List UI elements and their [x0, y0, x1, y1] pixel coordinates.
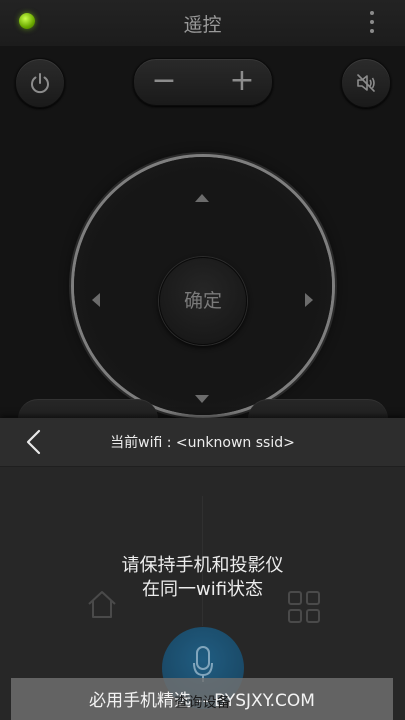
wifi-prompt-sheet: 当前wifi : <unknown ssid> 请保持手机和投影仪 在同一wif…	[0, 418, 405, 720]
query-device-button[interactable]: 查询设备	[0, 692, 405, 712]
volume-down-button[interactable]: −	[144, 65, 184, 99]
current-wifi-label: 当前wifi : <unknown ssid>	[110, 435, 295, 451]
volume-up-button[interactable]: +	[222, 65, 262, 99]
dpad-up-button[interactable]	[195, 194, 209, 202]
dpad-down-button[interactable]	[195, 395, 209, 403]
wifi-instruction-message: 请保持手机和投影仪 在同一wifi状态	[0, 554, 405, 602]
dpad-left-button[interactable]	[92, 293, 100, 307]
message-line-2: 在同一wifi状态	[141, 579, 264, 600]
power-button[interactable]	[15, 58, 65, 108]
top-bar: 遥控	[0, 0, 405, 46]
ok-button[interactable]: 确定	[159, 257, 247, 345]
mute-button[interactable]	[341, 58, 391, 108]
more-options-icon[interactable]	[362, 9, 382, 37]
remote-control-panel: − + 确定	[0, 46, 405, 440]
direction-pad: 确定	[74, 157, 332, 415]
power-icon	[31, 73, 49, 94]
message-line-1: 请保持手机和投影仪	[121, 555, 284, 576]
mute-icon	[357, 74, 375, 92]
page-title: 遥控	[183, 14, 222, 36]
dpad-right-button[interactable]	[305, 293, 313, 307]
sheet-header: 当前wifi : <unknown ssid>	[0, 418, 405, 467]
volume-control: − +	[133, 58, 273, 106]
